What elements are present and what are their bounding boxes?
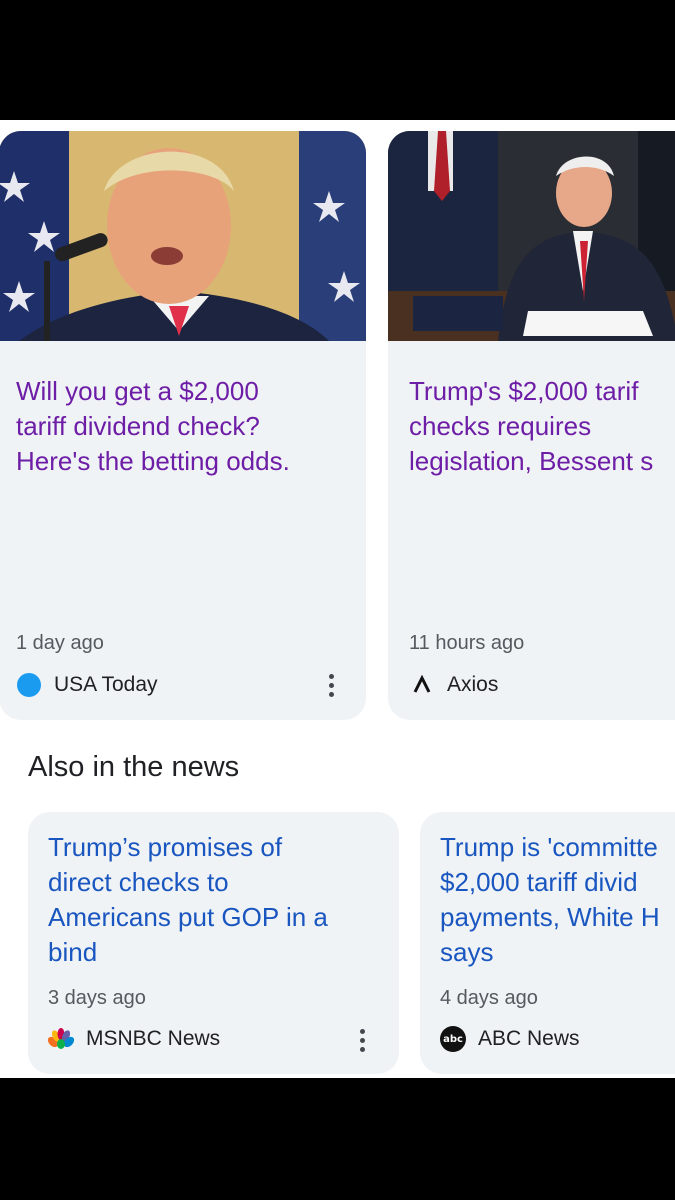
more-options-button[interactable] <box>347 1024 377 1056</box>
title-line: Trump’s promises of <box>48 832 283 862</box>
section-heading: Also in the news <box>28 751 240 783</box>
source-name: MSNBC News <box>86 1027 221 1050</box>
story-card[interactable]: Trump's $2,000 tarif checks requires leg… <box>388 131 675 720</box>
news-card[interactable]: Trump is 'committe $2,000 tariff divid p… <box>420 812 675 1074</box>
title-line: Will you get a $2,000 <box>16 376 259 406</box>
title-line: Trump is 'committe <box>440 832 658 862</box>
story-source: USA Today <box>16 672 158 698</box>
title-line: $2,000 tariff divid <box>440 867 638 897</box>
story-title[interactable]: Trump's $2,000 tarif checks requires leg… <box>409 374 675 479</box>
msnbc-peacock-logo-icon <box>48 1026 74 1052</box>
more-vert-icon <box>328 673 334 679</box>
abc-logo-mark: abc <box>440 1026 466 1052</box>
usa-today-logo-icon <box>16 672 42 698</box>
abc-news-logo-icon: abc <box>440 1026 466 1052</box>
more-vert-icon <box>359 1028 365 1034</box>
more-vert-icon <box>328 682 334 688</box>
news-source: MSNBC News <box>48 1026 220 1052</box>
title-line: legislation, Bessent s <box>409 446 654 476</box>
story-timestamp: 1 day ago <box>16 632 104 654</box>
more-vert-icon <box>359 1037 365 1043</box>
title-line: bind <box>48 937 98 967</box>
title-line: direct checks to <box>48 867 229 897</box>
title-line: Trump's $2,000 tarif <box>409 376 639 406</box>
title-line: tariff dividend check? <box>16 411 260 441</box>
story-title[interactable]: Will you get a $2,000 tariff dividend ch… <box>16 374 356 479</box>
news-card[interactable]: Trump’s promises of direct checks to Ame… <box>28 812 399 1074</box>
more-vert-icon <box>359 1046 365 1052</box>
more-options-button[interactable] <box>316 669 346 701</box>
story-timestamp: 11 hours ago <box>409 632 525 654</box>
axios-logo-icon <box>409 672 435 698</box>
title-line: Here's the betting odds. <box>16 446 290 476</box>
more-vert-icon <box>328 691 334 697</box>
title-line: checks requires <box>409 411 592 441</box>
news-source: abc ABC News <box>440 1026 580 1052</box>
title-line: says <box>440 937 494 967</box>
story-card[interactable]: Will you get a $2,000 tariff dividend ch… <box>0 131 366 720</box>
title-line: payments, White H <box>440 902 660 932</box>
news-timestamp: 3 days ago <box>48 987 146 1009</box>
news-title[interactable]: Trump’s promises of direct checks to Ame… <box>48 830 387 970</box>
story-thumbnail <box>388 131 675 341</box>
story-thumbnail <box>0 131 366 341</box>
source-name: Axios <box>447 673 499 696</box>
news-screen: Will you get a $2,000 tariff dividend ch… <box>0 120 675 1078</box>
story-source: Axios <box>409 672 498 698</box>
title-line: Americans put GOP in a <box>48 902 328 932</box>
news-title[interactable]: Trump is 'committe $2,000 tariff divid p… <box>440 830 675 970</box>
news-timestamp: 4 days ago <box>440 987 538 1009</box>
source-name: ABC News <box>478 1027 580 1050</box>
source-name: USA Today <box>54 673 158 696</box>
